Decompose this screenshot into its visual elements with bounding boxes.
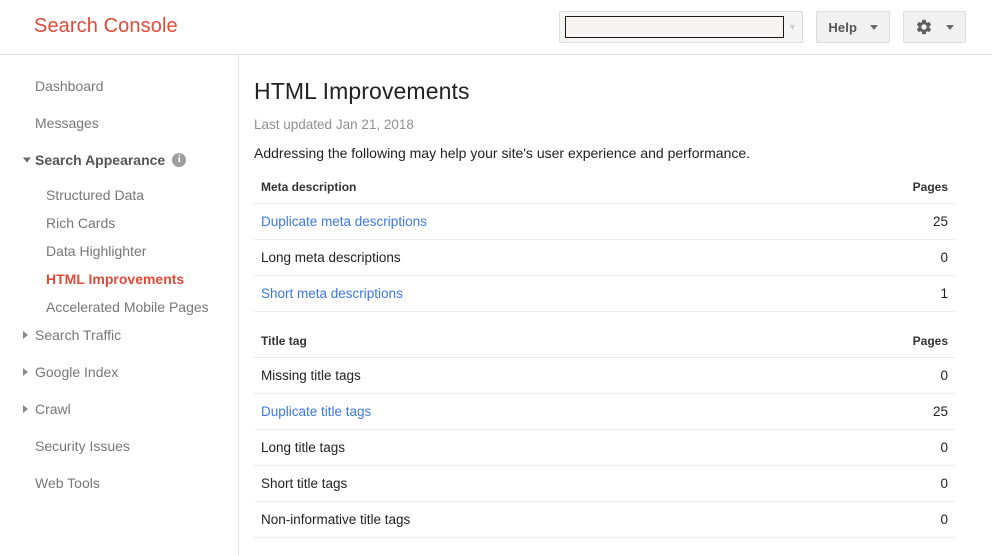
- sidebar-item-label: Dashboard: [35, 78, 104, 94]
- sidebar-item-search-traffic[interactable]: Search Traffic: [0, 325, 238, 345]
- main-content: HTML Improvements Last updated Jan 21, 2…: [239, 55, 992, 556]
- help-button-label: Help: [828, 19, 857, 35]
- sidebar-item-data-highlighter[interactable]: Data Highlighter: [0, 241, 238, 261]
- sidebar-item-dashboard[interactable]: Dashboard: [0, 76, 238, 96]
- sidebar-item-label: Structured Data: [46, 187, 145, 203]
- sidebar-item-google-index[interactable]: Google Index: [0, 362, 238, 382]
- settings-button[interactable]: [903, 11, 966, 43]
- table-row: Duplicate meta descriptions 25: [254, 203, 955, 240]
- issue-cell: Duplicate meta descriptions: [254, 203, 865, 240]
- sidebar-item-rich-cards[interactable]: Rich Cards: [0, 213, 238, 233]
- improvements-table: Title tag Pages Missing title tags 0 Duplica…: [254, 334, 955, 538]
- sidebar-item-label: Accelerated Mobile Pages: [46, 299, 209, 315]
- issue-cell: Long title tags: [254, 429, 865, 466]
- table-header-pages: Pages: [865, 180, 955, 204]
- issue-cell: Duplicate title tags: [254, 393, 865, 430]
- table-row: Short title tags 0: [254, 465, 955, 502]
- top-bar: Search Console ▼ Help: [0, 0, 992, 55]
- chevron-down-icon: [870, 24, 878, 30]
- table-header-category: Meta description: [254, 180, 865, 204]
- pages-count-cell: 1: [865, 275, 955, 312]
- improvements-tables: Meta description Pages Duplicate meta desc…: [254, 180, 970, 556]
- sidebar-item-messages[interactable]: Messages: [0, 113, 238, 133]
- sidebar-item-label: Search Appearance: [35, 152, 166, 168]
- chevron-down-icon[interactable]: ▼: [784, 22, 798, 32]
- sidebar-item-structured-data[interactable]: Structured Data: [0, 185, 238, 205]
- sidebar-item-label: HTML Improvements: [46, 271, 185, 287]
- sidebar-item-accelerated-mobile-pages[interactable]: Accelerated Mobile Pages: [0, 297, 238, 317]
- sidebar-item-security-issues[interactable]: Security Issues: [0, 436, 238, 456]
- sidebar-item-label: Web Tools: [35, 475, 100, 491]
- help-button[interactable]: Help: [816, 11, 890, 43]
- issue-cell: Short title tags: [254, 465, 865, 502]
- issue-cell: Long meta descriptions: [254, 239, 865, 276]
- pages-count-cell: 0: [865, 465, 955, 502]
- sidebar-item-label: Crawl: [35, 401, 71, 417]
- sidebar-item-label: Security Issues: [35, 438, 130, 454]
- info-icon[interactable]: i: [172, 153, 187, 167]
- sidebar-item-label: Rich Cards: [46, 215, 116, 231]
- sidebar-item-crawl[interactable]: Crawl: [0, 399, 238, 419]
- issue-cell: Non-informative title tags: [254, 501, 865, 538]
- sidebar-item-label: Data Highlighter: [46, 243, 147, 259]
- improvements-table: Meta description Pages Duplicate meta desc…: [254, 180, 955, 312]
- table-row: Short meta descriptions 1: [254, 275, 955, 312]
- issue-link[interactable]: Duplicate meta descriptions: [261, 214, 427, 229]
- sidebar-item-html-improvements[interactable]: HTML Improvements: [0, 269, 238, 289]
- table-row: Duplicate title tags 25: [254, 393, 955, 430]
- pages-count-cell: 25: [865, 203, 955, 240]
- pages-count-cell: 0: [865, 429, 955, 466]
- caret-down-icon[interactable]: [23, 157, 31, 163]
- issue-cell: Missing title tags: [254, 357, 865, 394]
- sidebar-item-web-tools[interactable]: Web Tools: [0, 473, 238, 493]
- last-updated-text: Last updated Jan 21, 2018: [254, 117, 414, 132]
- table-header-pages: Pages: [865, 334, 955, 358]
- chevron-down-icon: [946, 24, 954, 30]
- pages-count-cell: 0: [865, 239, 955, 276]
- table-header-category: Title tag: [254, 334, 865, 358]
- sidebar-item-label: Google Index: [35, 364, 119, 380]
- caret-right-icon[interactable]: [23, 368, 28, 376]
- issue-link[interactable]: Duplicate title tags: [261, 404, 371, 419]
- issue-link[interactable]: Short meta descriptions: [261, 286, 403, 301]
- page-title: HTML Improvements: [254, 78, 470, 104]
- pages-count-cell: 0: [865, 501, 955, 538]
- table-row: Missing title tags 0: [254, 357, 955, 394]
- table-row: Long meta descriptions 0: [254, 239, 955, 276]
- sidebar-item-label: Messages: [35, 115, 99, 131]
- sidebar-item-search-appearance[interactable]: Search Appearance i: [0, 150, 238, 170]
- pages-count-cell: 25: [865, 393, 955, 430]
- table-header-row: Meta description Pages: [254, 180, 955, 204]
- site-selector[interactable]: ▼: [559, 11, 804, 43]
- caret-right-icon[interactable]: [23, 405, 28, 413]
- sidebar-item-label: Search Traffic: [35, 327, 122, 343]
- app-brand-title[interactable]: Search Console: [34, 15, 178, 38]
- site-search-input[interactable]: [565, 16, 785, 38]
- page-body: Dashboard Messages Search Appearance i Struc…: [0, 55, 992, 556]
- intro-text: Addressing the following may help your s…: [254, 145, 751, 161]
- issue-cell: Short meta descriptions: [254, 275, 865, 312]
- gear-icon: [915, 18, 933, 36]
- pages-count-cell: 0: [865, 357, 955, 394]
- table-row: Long title tags 0: [254, 429, 955, 466]
- top-bar-actions: ▼ Help: [559, 11, 966, 43]
- table-row: Non-informative title tags 0: [254, 501, 955, 538]
- sidebar-nav: Dashboard Messages Search Appearance i Struc…: [0, 55, 239, 556]
- table-header-row: Title tag Pages: [254, 334, 955, 358]
- caret-right-icon[interactable]: [23, 331, 28, 339]
